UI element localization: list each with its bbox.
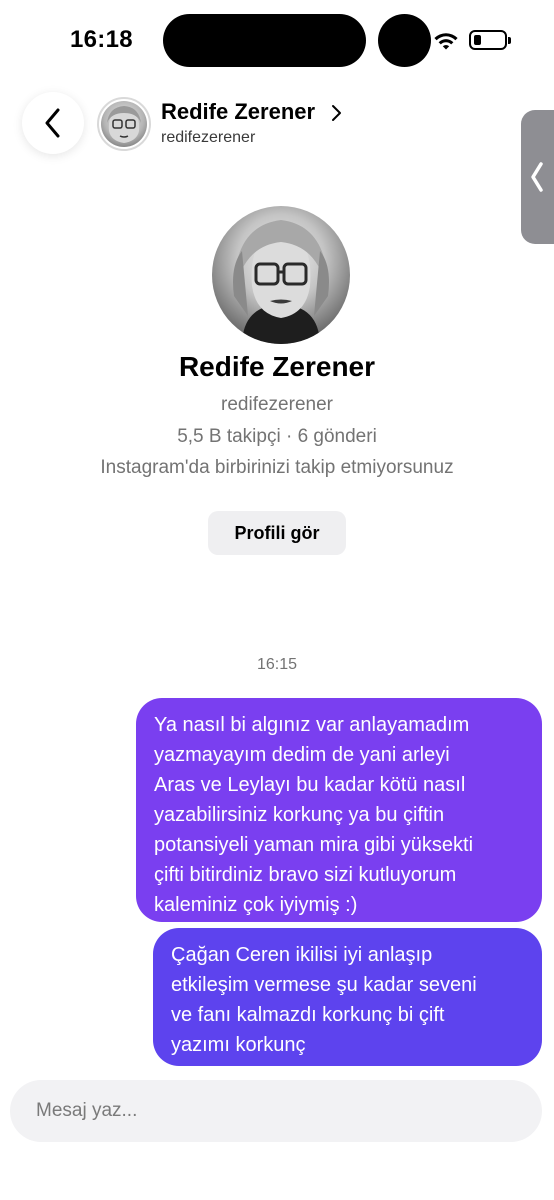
message-line: yazımı korkunç xyxy=(171,1034,306,1056)
dm-screen: 16:18 Redife Zerener redifezerener Redif… xyxy=(0,0,554,1200)
message-line: yazmayayım dedim de yani arleyi xyxy=(154,744,450,766)
profile-avatar[interactable] xyxy=(212,206,350,344)
dynamic-island xyxy=(163,14,366,67)
header-name[interactable]: Redife Zerener xyxy=(161,99,315,125)
camera-cutout xyxy=(378,14,431,67)
avatar-photo xyxy=(101,101,147,147)
message-line: çifti bitirdiniz bravo sizi kutluyorum xyxy=(154,864,457,886)
status-time: 16:18 xyxy=(70,26,133,53)
message-line: Aras ve Leylayı bu kadar kötü nasıl xyxy=(154,774,466,796)
header-username: redifezerener xyxy=(161,129,256,146)
follow-status-note: Instagram'da birbirinizi takip etmiyorsu… xyxy=(100,457,454,478)
view-profile-button[interactable]: Profili gör xyxy=(208,511,346,555)
message-line: kaleminiz çok iyiymiş :) xyxy=(154,894,358,916)
chevron-left-icon xyxy=(45,108,60,138)
message-line: ve fanı kalmazdı korkunç bi çift xyxy=(171,1004,445,1026)
message-line: Ya nasıl bi algınız var anlayamadım xyxy=(154,714,470,736)
message-line: potansiyeli yaman mira gibi yüksekti xyxy=(154,834,474,856)
back-button[interactable] xyxy=(22,92,84,154)
message-composer xyxy=(10,1080,542,1142)
message-line: yazabilirsiniz korkunç ya bu çiftin xyxy=(154,804,445,826)
profile-name: Redife Zerener xyxy=(178,351,376,382)
header-avatar[interactable] xyxy=(97,97,151,151)
wifi-icon xyxy=(434,33,458,50)
side-panel-handle[interactable] xyxy=(521,110,554,244)
message-input[interactable] xyxy=(36,1100,516,1122)
chevron-right-icon[interactable] xyxy=(330,104,342,122)
message-bubble[interactable]: Ya nasıl bi algınız var anlayamadım yazm… xyxy=(136,698,542,922)
message-line: etkileşim vermese şu kadar seveni xyxy=(171,974,477,996)
profile-username: redifezerener xyxy=(221,394,333,415)
battery-icon xyxy=(469,30,511,50)
message-bubble[interactable]: Çağan Ceren ikilisi iyi anlaşıp etkileşi… xyxy=(153,928,542,1066)
profile-stats: 5,5 B takipçi · 6 gönderi xyxy=(177,426,377,447)
chevron-left-icon xyxy=(531,162,543,192)
message-timestamp: 16:15 xyxy=(256,656,298,673)
message-line: Çağan Ceren ikilisi iyi anlaşıp xyxy=(171,944,433,966)
